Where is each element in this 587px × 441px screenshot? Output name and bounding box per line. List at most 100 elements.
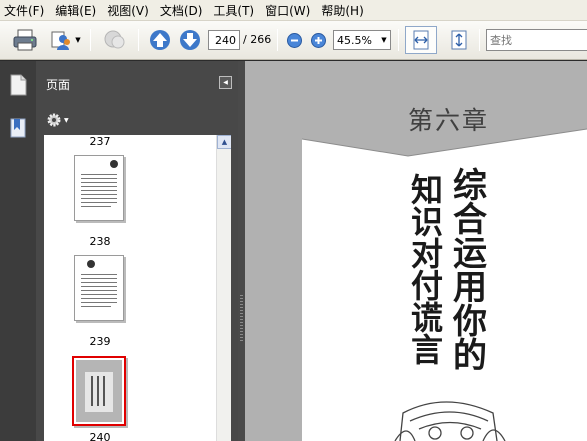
menu-edit[interactable]: 编辑(E) — [55, 2, 96, 19]
thumbnail-label: 237 — [89, 135, 111, 148]
title-char: 用 — [453, 268, 487, 308]
panel-title: 页面 — [46, 78, 71, 92]
arrow-up-icon — [150, 30, 170, 50]
text-line — [81, 294, 117, 295]
zoom-in-button[interactable] — [310, 28, 326, 52]
panel-header: 页面 ◀ — [36, 61, 238, 106]
title-column-2: 综 合 运 用 你 的 — [448, 169, 492, 373]
gear-icon — [47, 113, 61, 127]
chapter-heading: 第六章 — [408, 106, 490, 135]
menu-bar: 文件(F) 编辑(E) 视图(V) 文档(D) 工具(T) 窗口(W) 帮助(H… — [0, 0, 587, 21]
page-thumbnail[interactable] — [74, 255, 124, 321]
title-char: 识 — [410, 203, 443, 241]
text-line — [91, 376, 93, 406]
zoom-out-icon — [286, 32, 302, 48]
print-icon — [13, 29, 37, 51]
pages-panel-button[interactable] — [8, 73, 28, 100]
title-char: 的 — [453, 336, 487, 376]
ornament-icon — [110, 160, 118, 168]
fit-width-icon — [413, 30, 429, 50]
share-users-icon — [51, 31, 71, 50]
arrow-down-icon — [180, 30, 200, 50]
menu-file[interactable]: 文件(F) — [4, 2, 44, 19]
text-line — [81, 278, 117, 279]
text-line — [81, 178, 117, 179]
text-line — [81, 190, 117, 191]
toolbar-separator — [277, 29, 278, 51]
pages-panel: 页面 ◀ ▼ 237 238 239 240 ▲ — [36, 61, 238, 441]
page-thumbnail-selected[interactable] — [72, 356, 126, 426]
toolbar-separator — [138, 29, 139, 51]
comment-button[interactable] — [100, 28, 130, 52]
title-char: 谎 — [410, 299, 443, 337]
menu-document[interactable]: 文档(D) — [160, 2, 203, 19]
chevron-down-icon: ▼ — [64, 116, 69, 124]
print-button[interactable] — [10, 28, 40, 52]
thumbnail-scrollbar[interactable]: ▲ — [216, 135, 231, 441]
page-thumbnail[interactable] — [74, 155, 124, 221]
ornament-icon — [87, 260, 95, 268]
text-line — [81, 290, 117, 291]
text-line — [81, 306, 111, 307]
text-line — [81, 174, 117, 175]
navigation-strip — [0, 61, 36, 441]
options-menu-button[interactable]: ▼ — [46, 111, 74, 129]
menu-window[interactable]: 窗口(W) — [265, 2, 310, 19]
fit-width-button[interactable] — [405, 26, 437, 54]
panel-splitter[interactable] — [238, 61, 245, 441]
toolbar-separator — [90, 29, 91, 51]
bookmarks-panel-button[interactable] — [9, 117, 27, 142]
title-char: 对 — [410, 235, 443, 273]
title-char: 综 — [453, 166, 487, 206]
zoom-select[interactable]: 45.5% ▼ — [333, 30, 391, 50]
text-line — [81, 282, 117, 283]
text-line — [81, 298, 117, 299]
text-line — [81, 206, 111, 207]
collapse-panel-button[interactable]: ◀ — [219, 76, 232, 89]
fit-page-icon — [451, 30, 467, 50]
text-line — [81, 198, 117, 199]
thumbnail-title-block — [85, 372, 113, 412]
chevron-down-icon[interactable]: ▼ — [75, 36, 80, 44]
text-line — [81, 202, 117, 203]
toolbar-separator — [398, 29, 399, 51]
title-char: 你 — [453, 302, 487, 342]
text-line — [81, 194, 117, 195]
title-char: 合 — [453, 200, 487, 240]
title-char: 运 — [453, 234, 487, 274]
next-page-button[interactable] — [178, 28, 202, 52]
menu-help[interactable]: 帮助(H) — [321, 2, 363, 19]
thumbnail-label: 239 — [89, 335, 111, 348]
menu-view[interactable]: 视图(V) — [107, 2, 149, 19]
search-input[interactable] — [486, 29, 587, 51]
menu-tools[interactable]: 工具(T) — [213, 2, 254, 19]
fit-page-button[interactable] — [445, 28, 473, 52]
thumbnail-list: 237 238 239 240 ▲ — [44, 135, 231, 441]
text-line — [97, 376, 99, 406]
text-line — [81, 286, 117, 287]
text-line — [81, 274, 117, 275]
chevron-left-icon: ◀ — [223, 79, 228, 86]
page-number-input[interactable] — [208, 30, 240, 50]
toolbar: ▼ / 266 45.5% ▼ — [0, 21, 587, 60]
page-count: / 266 — [243, 33, 272, 46]
thumbnail-label: 240 — [89, 431, 111, 441]
toolbar-separator — [479, 29, 480, 51]
text-line — [103, 376, 105, 406]
chevron-down-icon[interactable]: ▼ — [378, 31, 390, 49]
bookmark-icon — [10, 118, 26, 138]
zoom-in-icon — [310, 32, 326, 48]
text-line — [81, 182, 117, 183]
document-page: 第六章 知 识 对 付 谎 言 综 合 运 用 你 的 — [245, 61, 587, 441]
comment-icon — [104, 30, 125, 49]
previous-page-button[interactable] — [148, 28, 172, 52]
text-line — [81, 186, 117, 187]
scroll-up-button[interactable]: ▲ — [217, 135, 231, 149]
share-button[interactable]: ▼ — [48, 28, 82, 52]
splitter-grip[interactable] — [240, 295, 243, 341]
title-column-1: 知 识 对 付 谎 言 — [405, 174, 449, 366]
title-char: 知 — [410, 171, 443, 209]
document-view[interactable]: 第六章 知 识 对 付 谎 言 综 合 运 用 你 的 — [245, 61, 587, 441]
zoom-out-button[interactable] — [286, 28, 302, 52]
thumbnail-image — [76, 360, 122, 422]
